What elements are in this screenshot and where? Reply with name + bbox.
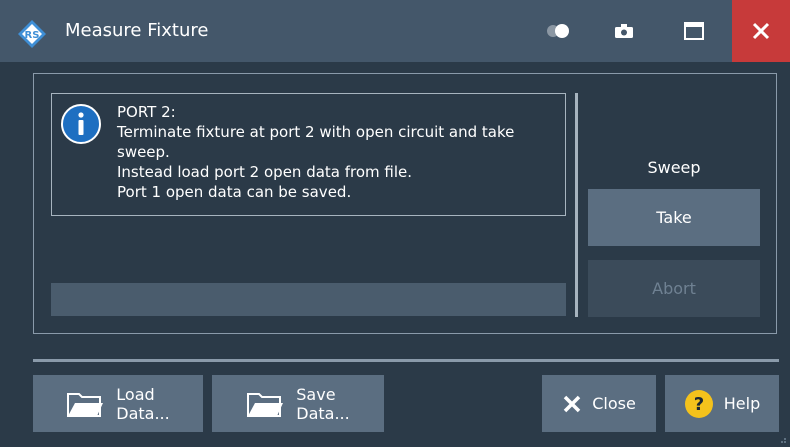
rohde-schwarz-logo-icon: RS [18,20,46,48]
message-line: PORT 2: [117,103,176,121]
message-text: PORT 2: Terminate fixture at port 2 with… [117,102,557,202]
load-data-label: Load Data... [116,385,169,423]
toggle-icon [547,24,569,38]
title-bar: RS Measure Fixture [0,0,790,62]
progress-bar [51,283,566,316]
save-data-button[interactable]: Save Data... [212,375,384,432]
message-line: Port 1 open data can be saved. [117,183,352,201]
save-label-line: Save [296,384,336,404]
save-label-line: Data... [296,403,350,423]
svg-text:?: ? [694,394,704,415]
save-data-label: Save Data... [296,385,349,423]
sweep-label: Sweep [647,158,701,177]
vertical-divider [575,93,578,317]
resize-grip-icon[interactable] [777,434,787,444]
help-icon: ? [684,389,714,419]
maximize-button[interactable] [674,0,714,62]
display-toggle-button[interactable] [538,0,578,62]
message-line: Terminate fixture at port 2 with open ci… [117,123,515,141]
screenshot-button[interactable] [606,0,642,62]
folder-open-icon [246,389,284,419]
help-label: Help [723,394,761,413]
close-x-icon [562,394,582,414]
horizontal-divider [33,359,779,362]
load-label-line: Load [116,384,155,404]
load-data-button[interactable]: Load Data... [33,375,203,432]
help-button[interactable]: ? Help [665,375,779,432]
close-button[interactable]: Close [542,375,656,432]
message-line: sweep. [117,143,170,161]
take-sweep-button[interactable]: Take [588,189,760,246]
svg-text:RS: RS [25,30,40,41]
camera-icon [615,24,633,38]
window-title: Measure Fixture [65,20,209,41]
window-close-button[interactable] [732,0,790,62]
close-icon [752,22,770,40]
message-line: Instead load port 2 open data from file. [117,163,413,181]
folder-open-icon [66,389,104,419]
close-label: Close [592,394,636,413]
maximize-icon [684,22,704,40]
load-label-line: Data... [116,403,170,423]
info-icon [61,104,101,144]
abort-button: Abort [588,260,760,317]
